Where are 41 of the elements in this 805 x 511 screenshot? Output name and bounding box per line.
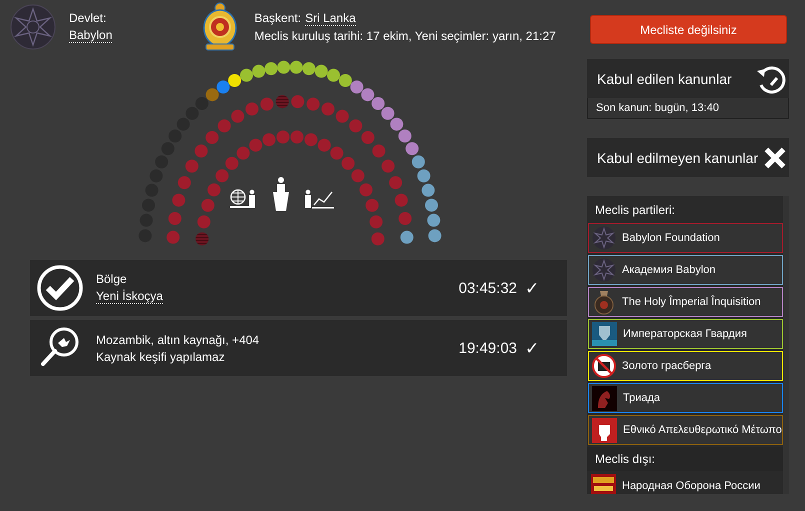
globe-presenter-icon <box>230 187 258 211</box>
party-item[interactable]: Babylon Foundation <box>588 223 783 253</box>
emblem-icon <box>592 226 616 250</box>
event-title: Mozambik, altın kaynağı, +404 <box>96 332 260 346</box>
no-camera-icon <box>592 354 616 378</box>
party-item[interactable]: Триада <box>588 383 783 413</box>
podium-icon <box>272 177 290 211</box>
event-subtitle: Kaynak keşifi yapılamaz <box>96 350 226 364</box>
banner-icon <box>591 474 616 494</box>
passed-laws-header[interactable]: Kabul edilen kanunlar <box>587 59 789 98</box>
parliament-info: Meclis kuruluş tarihi: 17 ekim, Yeni seçimler: yarın, 21:27 <box>254 29 556 43</box>
party-item[interactable]: Академия Babylon <box>588 255 783 285</box>
capital-link[interactable]: Sri Lanka <box>305 11 356 26</box>
state-label: Devlet: <box>69 11 108 25</box>
capital-label: Başkent: <box>254 11 302 26</box>
seal-icon <box>202 2 238 52</box>
event-title: Bölge <box>96 272 128 286</box>
emblem-icon <box>592 258 616 282</box>
party-item[interactable]: Εθνικό Απελευθερωτικό Μέτωπο <box>588 415 783 445</box>
rejected-laws-header[interactable]: Kabul edilmeyen kanunlar <box>587 138 789 177</box>
party-item[interactable]: Золото грасберга <box>588 351 783 381</box>
rejected-laws-title: Kabul edilmeyen kanunlar <box>597 150 758 166</box>
shield-icon <box>592 322 617 346</box>
outside-title: Meclis dışı: <box>587 447 783 471</box>
parties-title: Meclis partileri: <box>594 202 676 219</box>
crown-medallion-icon <box>592 289 616 315</box>
region-link[interactable]: Yeni İskoçya <box>96 289 163 304</box>
event-time: 03:45:32 <box>458 280 517 296</box>
event-time: 19:49:03 <box>458 340 517 356</box>
last-law: Son kanun: bugün, 13:40 <box>596 102 719 114</box>
chart-presenter-icon <box>304 187 334 211</box>
party-item[interactable]: Императорская Гвардия <box>588 319 783 349</box>
check-circle-icon <box>36 264 84 312</box>
passed-laws-title: Kabul edilen kanunlar <box>597 70 732 86</box>
check-mark: ✓ <box>525 278 539 298</box>
state-link[interactable]: Babylon <box>69 28 112 43</box>
status-button[interactable]: Mecliste değilsiniz <box>590 15 787 44</box>
party-item[interactable]: The Holy Împerial Înquisition <box>588 287 783 317</box>
close-icon <box>763 146 787 170</box>
state-emblem-icon <box>10 4 56 50</box>
check-mark: ✓ <box>525 338 539 358</box>
